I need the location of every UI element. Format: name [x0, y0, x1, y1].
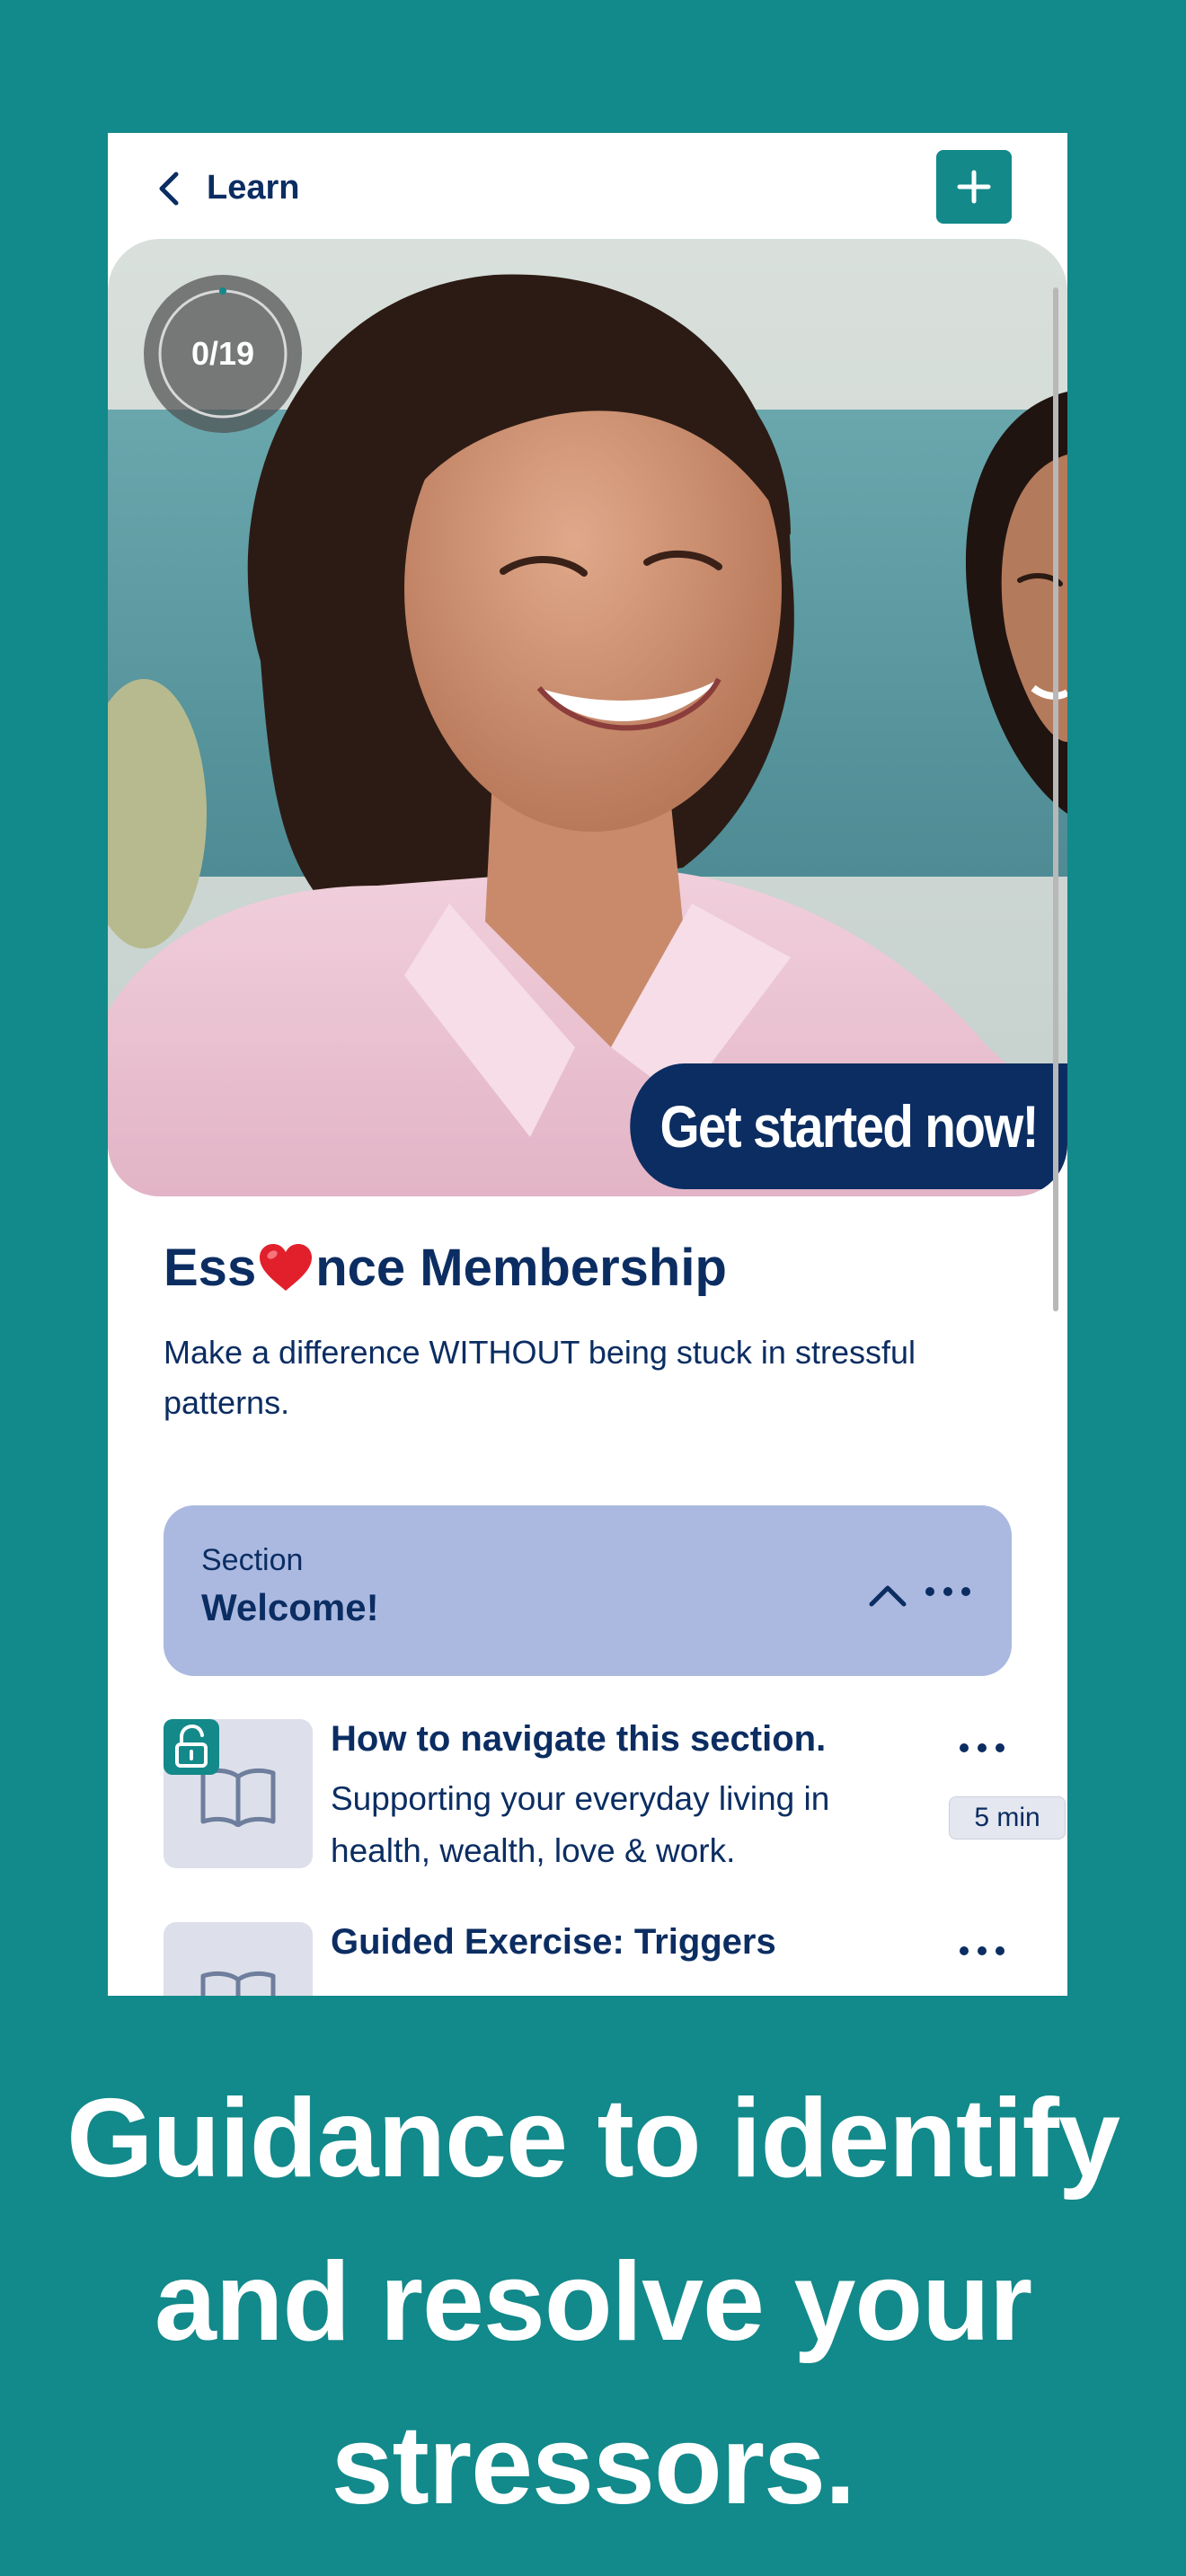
heart-icon [260, 1243, 313, 1291]
scrollbar[interactable] [1053, 287, 1058, 1311]
duration-badge: 5 min [949, 1796, 1066, 1839]
caption-line: Guidance to identify [66, 2077, 1120, 2201]
lesson-thumbnail [164, 1922, 313, 1996]
caption-line: and resolve your [154, 2240, 1032, 2364]
course-title: Ess nce Membership [164, 1238, 727, 1298]
more-horizontal-icon[interactable] [958, 1732, 1006, 1759]
more-horizontal-icon[interactable] [958, 1935, 1006, 1962]
more-horizontal-icon[interactable] [924, 1574, 972, 1610]
lesson-title: Guided Exercise: Triggers [331, 1922, 776, 1962]
course-title-suffix: nce Membership [315, 1239, 727, 1297]
add-button[interactable] [936, 150, 1012, 224]
caption-line: stressors. [331, 2404, 856, 2527]
plus-icon [957, 170, 991, 204]
back-button[interactable] [151, 169, 187, 208]
lock-badge [164, 1719, 219, 1775]
promo-caption: Guidance to identify and resolve your st… [36, 2057, 1150, 2547]
lesson-title: How to navigate this section. [331, 1719, 827, 1759]
section-header[interactable]: Section Welcome! [164, 1505, 1012, 1676]
section-title: Welcome! [201, 1586, 379, 1628]
progress-count: 0/19 [190, 335, 255, 372]
course-title-prefix: Ess [164, 1239, 257, 1297]
chevron-left-icon [159, 172, 179, 206]
page-title: Learn [207, 169, 300, 207]
book-icon [200, 1971, 276, 1996]
phone-screen: Learn 0/19 Get started now! Ess nce Memb… [108, 133, 1067, 1996]
top-bar: Learn [108, 133, 1067, 239]
lesson-item[interactable]: How to navigate this section. Supporting… [164, 1719, 1066, 1872]
section-label: Section [201, 1543, 304, 1577]
lesson-item[interactable]: Guided Exercise: Triggers [164, 1922, 1012, 1996]
lesson-description: Supporting your everyday living in healt… [331, 1780, 830, 1869]
chevron-up-icon[interactable] [868, 1581, 907, 1608]
get-started-button[interactable]: Get started now! [630, 1063, 1067, 1189]
unlock-icon [175, 1724, 208, 1768]
progress-ring: 0/19 [144, 275, 302, 433]
course-hero-image: 0/19 Get started now! [108, 239, 1067, 1196]
course-description: Make a difference WITHOUT being stuck in… [164, 1334, 916, 1421]
